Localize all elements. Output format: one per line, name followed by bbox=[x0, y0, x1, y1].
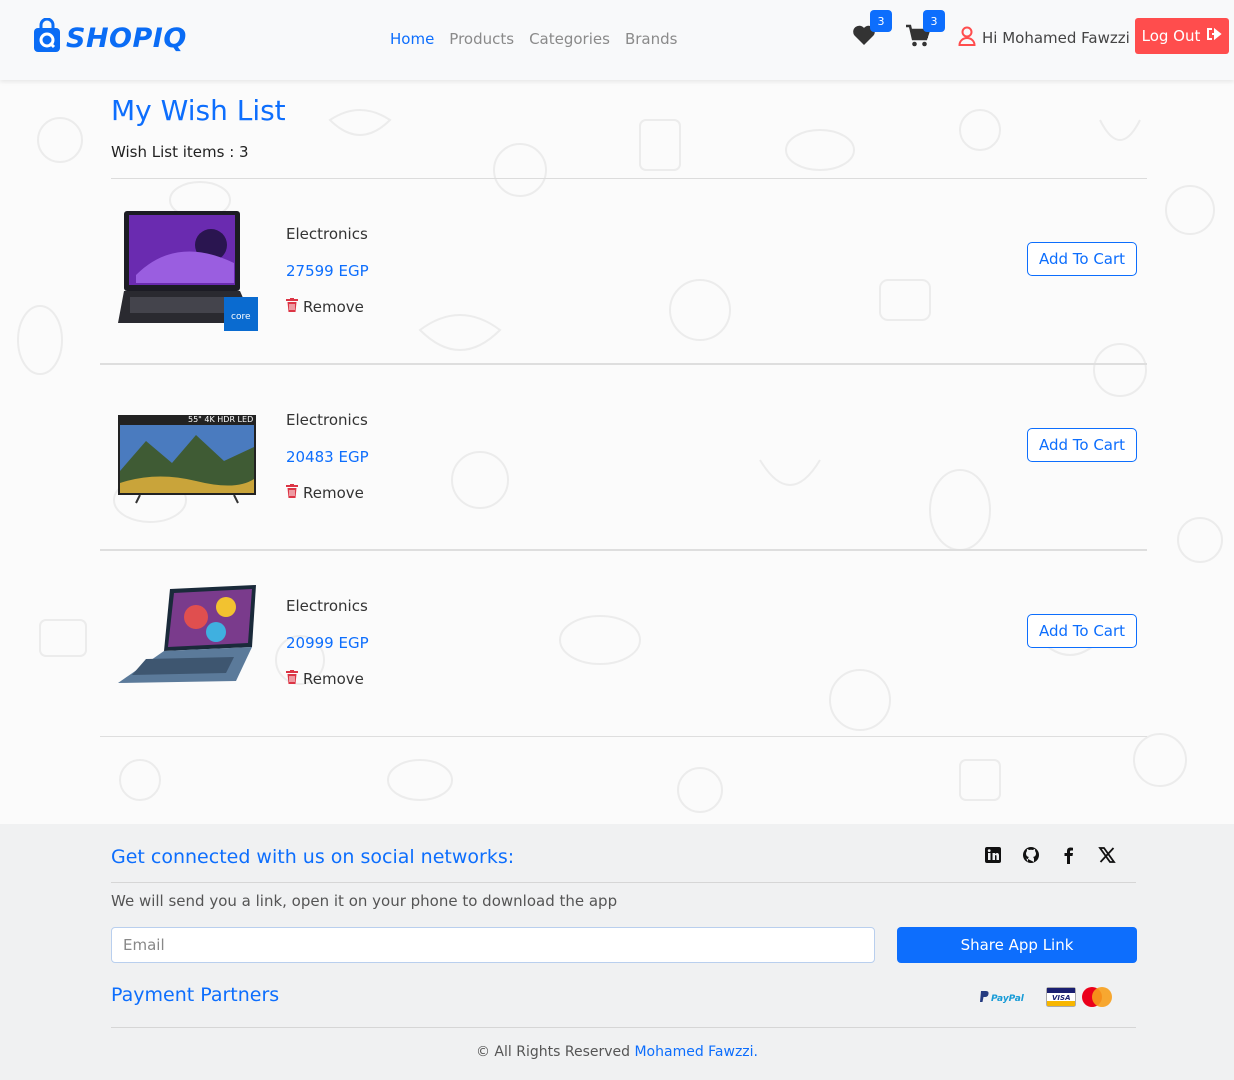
app-link-description: We will send you a link, open it on your… bbox=[111, 892, 618, 910]
add-to-cart-button[interactable]: Add To Cart bbox=[1027, 242, 1137, 276]
wishlist-item: Electronics 20999 EGP Remove Add To Cart bbox=[100, 551, 1147, 737]
svg-text:core: core bbox=[231, 312, 251, 322]
facebook-icon[interactable] bbox=[1060, 846, 1078, 864]
trash-icon bbox=[286, 298, 298, 316]
product-image-laptop[interactable]: core bbox=[116, 205, 262, 335]
trash-icon bbox=[286, 484, 298, 502]
product-category: Electronics bbox=[286, 597, 368, 615]
footer: Get connected with us on social networks… bbox=[0, 824, 1234, 1080]
linkedin-icon[interactable] bbox=[984, 846, 1002, 864]
logo[interactable]: SHOPIQ bbox=[32, 17, 187, 58]
payment-logos: PayPal VISA bbox=[980, 986, 1114, 1012]
logo-text: SHOPIQ bbox=[66, 22, 187, 54]
visa-icon: VISA bbox=[1046, 987, 1076, 1011]
payment-partners-title: Payment Partners bbox=[111, 984, 280, 1006]
nav-link-products[interactable]: Products bbox=[449, 30, 514, 48]
wishlist-count-badge: 3 bbox=[870, 10, 892, 32]
remove-label: Remove bbox=[303, 484, 364, 502]
nav-link-categories[interactable]: Categories bbox=[529, 30, 610, 48]
product-price: 27599 EGP bbox=[286, 262, 369, 280]
mastercard-icon bbox=[1080, 986, 1114, 1012]
wishlist-button[interactable]: 3 bbox=[852, 10, 892, 50]
product-category: Electronics bbox=[286, 411, 368, 429]
copyright-period: . bbox=[753, 1044, 758, 1060]
author-link[interactable]: Mohamed Fawzzi bbox=[634, 1044, 753, 1060]
add-to-cart-button[interactable]: Add To Cart bbox=[1027, 614, 1137, 648]
product-image-tv[interactable]: 55" 4K HDR LED bbox=[116, 391, 262, 521]
email-field[interactable] bbox=[111, 927, 875, 963]
add-to-cart-button[interactable]: Add To Cart bbox=[1027, 428, 1137, 462]
product-image-laptop[interactable] bbox=[116, 577, 262, 707]
wishlist-count-text: Wish List items : 3 bbox=[111, 143, 249, 161]
greeting-text: Hi Mohamed Fawzzi bbox=[982, 29, 1130, 47]
remove-label: Remove bbox=[303, 670, 364, 688]
remove-label: Remove bbox=[303, 298, 364, 316]
logout-label: Log Out bbox=[1141, 27, 1201, 45]
divider bbox=[111, 1027, 1136, 1028]
x-icon[interactable] bbox=[1098, 846, 1116, 864]
paypal-icon: PayPal bbox=[980, 989, 1028, 1009]
cart-icon bbox=[905, 24, 931, 52]
page-title: My Wish List bbox=[111, 94, 286, 127]
product-price: 20483 EGP bbox=[286, 448, 369, 466]
visa-label: VISA bbox=[1052, 994, 1070, 1002]
cart-count-badge: 3 bbox=[923, 10, 945, 32]
github-icon[interactable] bbox=[1022, 846, 1040, 864]
social-title: Get connected with us on social networks… bbox=[111, 846, 515, 868]
nav-links: Home Products Categories Brands bbox=[390, 30, 677, 48]
logout-button[interactable]: Log Out bbox=[1135, 18, 1229, 54]
trash-icon bbox=[286, 670, 298, 688]
social-links bbox=[984, 846, 1116, 864]
remove-button[interactable]: Remove bbox=[286, 484, 364, 502]
paypal-label: PayPal bbox=[991, 994, 1025, 1004]
remove-button[interactable]: Remove bbox=[286, 670, 364, 688]
heart-icon bbox=[852, 25, 876, 50]
copyright-text: © All Rights Reserved bbox=[475, 1044, 631, 1060]
cart-button[interactable]: 3 bbox=[905, 10, 945, 52]
wishlist-item: 55" 4K HDR LED Electronics 20483 EGP Rem… bbox=[100, 365, 1147, 551]
divider bbox=[100, 736, 1147, 737]
nav-link-brands[interactable]: Brands bbox=[625, 30, 678, 48]
wishlist-item: core Electronics 27599 EGP Remove Add To… bbox=[100, 179, 1147, 365]
product-category: Electronics bbox=[286, 225, 368, 243]
copyright: © All Rights Reserved Mohamed Fawzzi. bbox=[0, 1044, 1234, 1060]
product-price: 20999 EGP bbox=[286, 634, 369, 652]
remove-button[interactable]: Remove bbox=[286, 298, 364, 316]
navbar: SHOPIQ Home Products Categories Brands 3… bbox=[0, 0, 1234, 80]
nav-link-home[interactable]: Home bbox=[390, 30, 434, 48]
share-app-link-button[interactable]: Share App Link bbox=[897, 927, 1137, 963]
sign-out-icon bbox=[1206, 27, 1222, 45]
divider bbox=[111, 882, 1136, 883]
user-greeting[interactable]: Hi Mohamed Fawzzi bbox=[958, 26, 1130, 50]
shopping-bag-icon bbox=[32, 17, 62, 58]
user-icon bbox=[958, 26, 976, 50]
tv-caption: 55" 4K HDR LED bbox=[188, 415, 253, 424]
